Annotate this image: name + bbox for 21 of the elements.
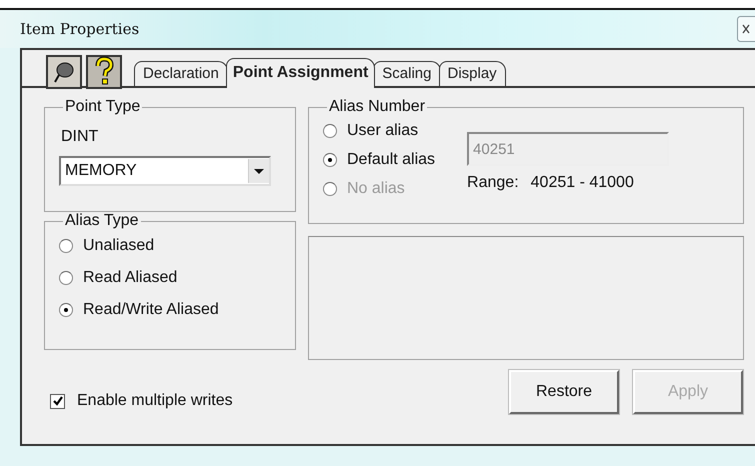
point-type-value: DINT xyxy=(61,128,100,146)
help-icon[interactable] xyxy=(86,55,122,89)
dialog-button[interactable]: Restore xyxy=(509,370,619,414)
radio-option[interactable]: Unaliased xyxy=(59,230,283,262)
group-title: Alias Number xyxy=(328,98,426,116)
radio-option[interactable]: Read/Write Aliased xyxy=(59,294,283,326)
enable-multiple-writes-checkbox[interactable]: Enable multiple writes xyxy=(50,392,233,410)
tab[interactable]: Display xyxy=(438,61,506,86)
group-title: Alias Type xyxy=(64,212,140,230)
radio-option[interactable]: Read Aliased xyxy=(59,262,283,294)
radio-option[interactable]: Default alias xyxy=(323,145,436,174)
tab[interactable]: Declaration xyxy=(134,61,228,86)
tab[interactable]: Point Assignment xyxy=(226,58,376,88)
point-type-dropdown[interactable]: MEMORY xyxy=(59,156,271,186)
close-icon[interactable] xyxy=(737,16,755,42)
window-title: Item Properties xyxy=(20,20,140,38)
range-label: Range: xyxy=(467,174,519,192)
check-icon xyxy=(52,395,64,407)
group-title: Point Type xyxy=(64,98,142,116)
range-value: 40251 - 41000 xyxy=(530,174,634,192)
radio-option[interactable]: User alias xyxy=(323,116,436,145)
